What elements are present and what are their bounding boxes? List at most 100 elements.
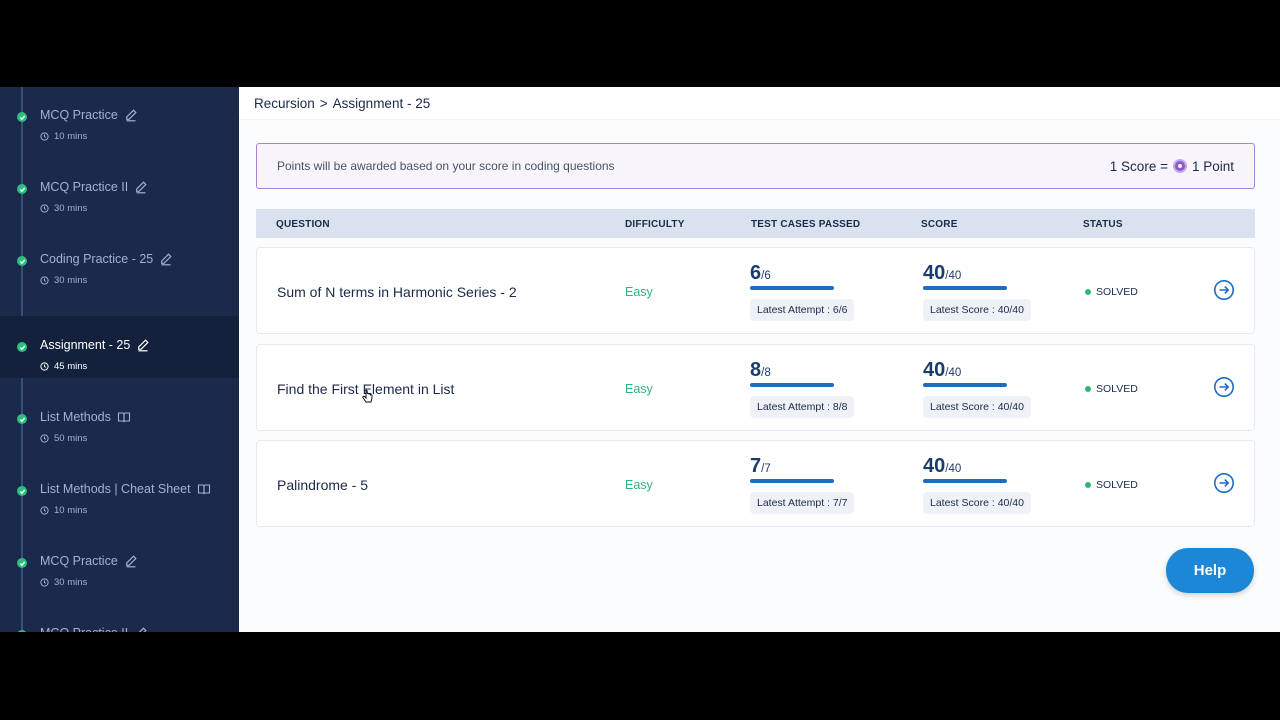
difficulty-label: Easy (625, 382, 653, 396)
breadcrumb-current: Assignment - 25 (332, 95, 431, 111)
header-score: SCORE (921, 219, 958, 230)
edit-icon (124, 554, 138, 568)
test-cases-total: /8 (761, 367, 771, 379)
sidebar-item[interactable]: List Methods | Cheat Sheet 10 mins (0, 472, 239, 534)
test-cases-passed: 7 (750, 455, 762, 477)
sidebar-item-label: Assignment - 25 (40, 338, 131, 352)
table-row[interactable]: Sum of N terms in Harmonic Series - 2 Eas… (256, 247, 1255, 334)
duration-label: 30 mins (54, 275, 88, 286)
clock-icon (40, 578, 49, 587)
table-row[interactable]: Palindrome - 5 Easy 7/7 Latest Attempt : 7/… (256, 440, 1255, 527)
sidebar-item-duration: 30 mins (40, 577, 87, 588)
test-cases-cell: 6/6 Latest Attempt : 6/6 (750, 262, 855, 321)
app-window: MCQ Practice 10 mins MCQ Practice II 30 min… (0, 87, 1280, 632)
score-value: 40 (923, 359, 946, 381)
edit-icon (159, 252, 173, 266)
duration-label: 50 mins (54, 433, 88, 444)
sidebar-item[interactable]: Coding Practice - 25 30 mins (0, 242, 239, 304)
sidebar-item-label: MCQ Practice II (40, 180, 129, 194)
question-title[interactable]: Sum of N terms in Harmonic Series - 2 (277, 284, 517, 300)
status-badge: SOLVED (1085, 383, 1138, 395)
status-label: SOLVED (1096, 479, 1138, 491)
edit-icon (134, 180, 148, 194)
header-difficulty: DIFFICULTY (625, 219, 685, 230)
sidebar-item-title: Coding Practice - 25 (40, 252, 173, 266)
sidebar-item[interactable]: MCQ Practice II (0, 616, 239, 632)
duration-label: 30 mins (54, 203, 88, 214)
score-rate-left: 1 Score = (1109, 158, 1168, 174)
duration-label: 30 mins (54, 577, 88, 588)
mouse-cursor-icon (362, 389, 373, 403)
coin-icon (1172, 159, 1187, 173)
test-cases-progress-bar (750, 479, 834, 483)
duration-label: 10 mins (54, 505, 88, 516)
score-rate: 1 Score = 1 Point (1110, 159, 1234, 174)
arrow-right-circle-icon[interactable] (1213, 279, 1235, 301)
score-total: /40 (945, 270, 962, 282)
arrow-right-circle-icon[interactable] (1213, 376, 1235, 398)
score-total: /40 (945, 367, 962, 379)
sidebar-item-title: MCQ Practice (40, 554, 138, 568)
sidebar-item-duration: 30 mins (40, 275, 87, 286)
breadcrumb-parent[interactable]: Recursion (254, 96, 315, 111)
score-rate-right: 1 Point (1191, 158, 1234, 174)
question-title[interactable]: Palindrome - 5 (277, 477, 368, 493)
completed-check-icon (17, 112, 27, 122)
difficulty-label: Easy (625, 285, 653, 299)
completed-check-icon (17, 256, 27, 266)
latest-score: Latest Score : 40/40 (923, 396, 1031, 418)
points-info-banner: Points will be awarded based on your sco… (256, 143, 1255, 189)
latest-attempt: Latest Attempt : 7/7 (750, 492, 855, 514)
test-cases-progress-bar (750, 286, 834, 290)
status-dot-icon (1085, 482, 1091, 488)
score-cell: 40/40 Latest Score : 40/40 (923, 359, 1031, 418)
header-test-cases: TEST CASES PASSED (751, 219, 861, 230)
edit-icon (134, 626, 148, 632)
sidebar-item[interactable]: Assignment - 25 45 mins (0, 316, 239, 378)
table-row[interactable]: Find the First Element in List Easy 8/8 Lat… (256, 344, 1255, 431)
test-cases-passed: 8 (750, 359, 762, 381)
sidebar-item[interactable]: List Methods 50 mins (0, 400, 239, 462)
test-cases-total: /6 (761, 270, 771, 282)
sidebar-item-duration: 10 mins (40, 505, 87, 516)
latest-score: Latest Score : 40/40 (923, 299, 1031, 321)
header-status: STATUS (1083, 219, 1123, 230)
score-value: 40 (923, 262, 946, 284)
sidebar-item[interactable]: MCQ Practice 30 mins (0, 544, 239, 606)
score-progress-bar (923, 479, 1007, 483)
status-badge: SOLVED (1085, 286, 1138, 298)
sidebar-item-title: Assignment - 25 (40, 338, 150, 352)
latest-attempt: Latest Attempt : 8/8 (750, 396, 855, 418)
completed-check-icon (17, 342, 27, 352)
points-info-message: Points will be awarded based on your sco… (277, 159, 615, 173)
edit-icon (136, 338, 150, 352)
arrow-right-circle-icon[interactable] (1213, 472, 1235, 494)
sidebar-item[interactable]: MCQ Practice 10 mins (0, 98, 239, 160)
difficulty-label: Easy (625, 478, 653, 492)
clock-icon (40, 434, 49, 443)
sidebar-item[interactable]: MCQ Practice II 30 mins (0, 170, 239, 232)
score-progress-bar (923, 286, 1007, 290)
test-cases-progress-bar (750, 383, 834, 387)
sidebar-item-duration: 30 mins (40, 203, 87, 214)
status-dot-icon (1085, 386, 1091, 392)
sidebar-item-label: Coding Practice - 25 (40, 252, 154, 266)
breadcrumb-separator: > (319, 95, 328, 111)
status-dot-icon (1085, 289, 1091, 295)
test-cases-passed: 6 (750, 262, 762, 284)
clock-icon (40, 506, 49, 515)
clock-icon (40, 276, 49, 285)
completed-check-icon (17, 414, 27, 424)
score-cell: 40/40 Latest Score : 40/40 (923, 262, 1031, 321)
help-button[interactable]: Help (1166, 548, 1254, 593)
sidebar-item-label: List Methods | Cheat Sheet (40, 482, 191, 496)
completed-check-icon (17, 558, 27, 568)
duration-label: 10 mins (54, 131, 88, 142)
main-content: Recursion > Assignment - 25 Points will … (239, 87, 1280, 632)
score-total: /40 (945, 463, 962, 475)
sidebar-item-title: MCQ Practice (40, 108, 138, 122)
score-cell: 40/40 Latest Score : 40/40 (923, 455, 1031, 514)
sidebar-item-title: MCQ Practice II (40, 626, 148, 632)
clock-icon (40, 362, 49, 371)
sidebar-item-title: MCQ Practice II (40, 180, 148, 194)
